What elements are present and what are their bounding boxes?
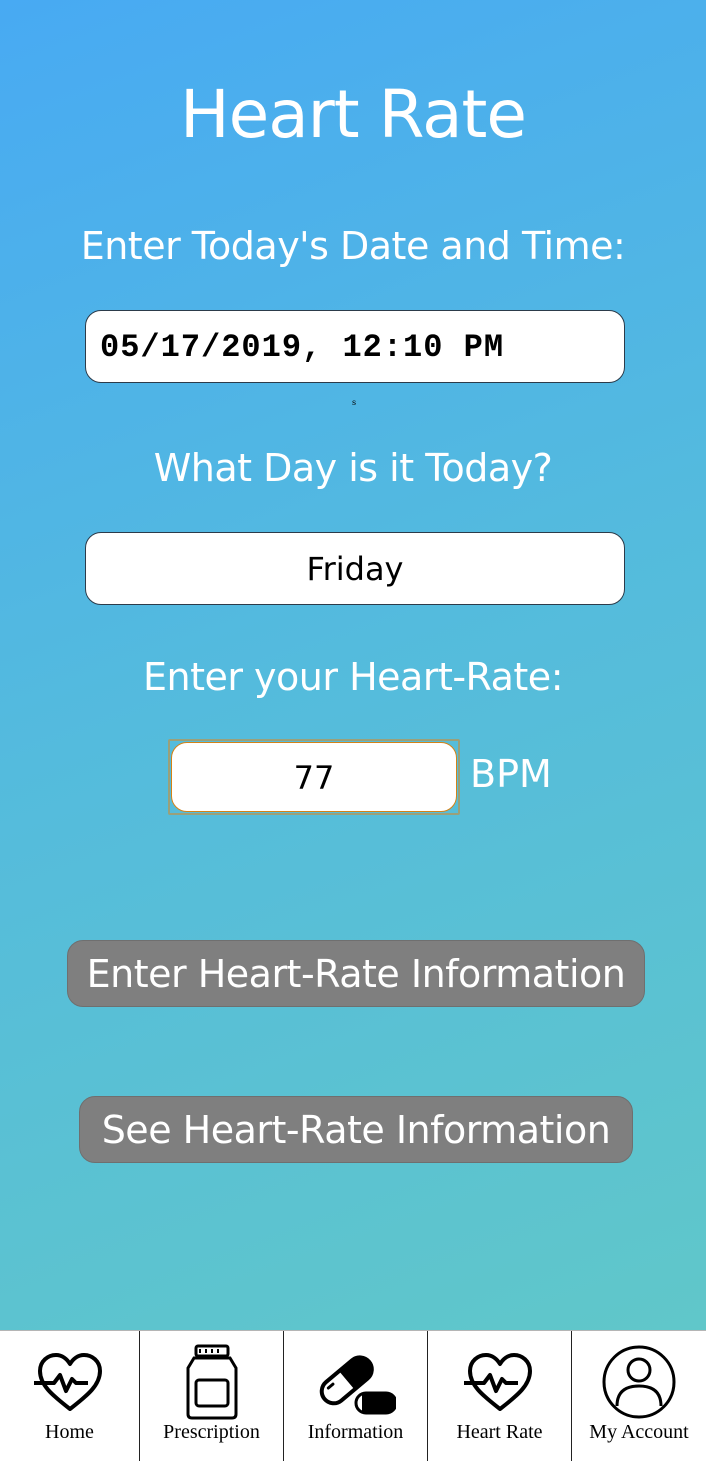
nav-label-heart-rate: Heart Rate — [456, 1421, 543, 1443]
small-mark: s — [352, 398, 357, 407]
day-label: What Day is it Today? — [153, 446, 553, 490]
nav-item-heart-rate[interactable]: Heart Rate — [428, 1331, 572, 1461]
page-title: Heart Rate — [179, 76, 527, 153]
bpm-unit: BPM — [470, 752, 552, 796]
day-field[interactable]: Friday — [85, 532, 625, 605]
heart-rate-focus-ring: 77 — [168, 739, 460, 815]
heart-rate-input[interactable]: 77 — [171, 742, 457, 812]
nav-label-information: Information — [307, 1421, 404, 1443]
heartbeat-icon — [32, 1343, 108, 1421]
user-circle-icon — [601, 1343, 677, 1421]
date-label: Enter Today's Date and Time: — [80, 224, 626, 268]
nav-label-my-account: My Account — [589, 1421, 689, 1443]
see-heart-rate-button[interactable]: See Heart-Rate Information — [79, 1096, 633, 1163]
enter-heart-rate-button[interactable]: Enter Heart-Rate Information — [67, 940, 645, 1007]
datetime-input[interactable]: 05/17/2019, 12:10 PM — [85, 310, 625, 383]
nav-label-prescription: Prescription — [163, 1421, 260, 1443]
pill-bottle-icon — [184, 1343, 240, 1421]
bottom-nav: Home Prescription Information Heart Rate… — [0, 1330, 706, 1464]
main-content: Heart Rate Enter Today's Date and Time: … — [0, 0, 706, 1330]
heart-rate-label: Enter your Heart-Rate: — [142, 655, 564, 699]
nav-label-home: Home — [45, 1421, 94, 1443]
heartbeat-icon — [462, 1343, 538, 1421]
nav-item-my-account[interactable]: My Account — [572, 1331, 706, 1461]
nav-item-prescription[interactable]: Prescription — [140, 1331, 284, 1461]
capsule-icon — [316, 1343, 396, 1421]
nav-item-home[interactable]: Home — [0, 1331, 140, 1461]
nav-item-information[interactable]: Information — [284, 1331, 428, 1461]
